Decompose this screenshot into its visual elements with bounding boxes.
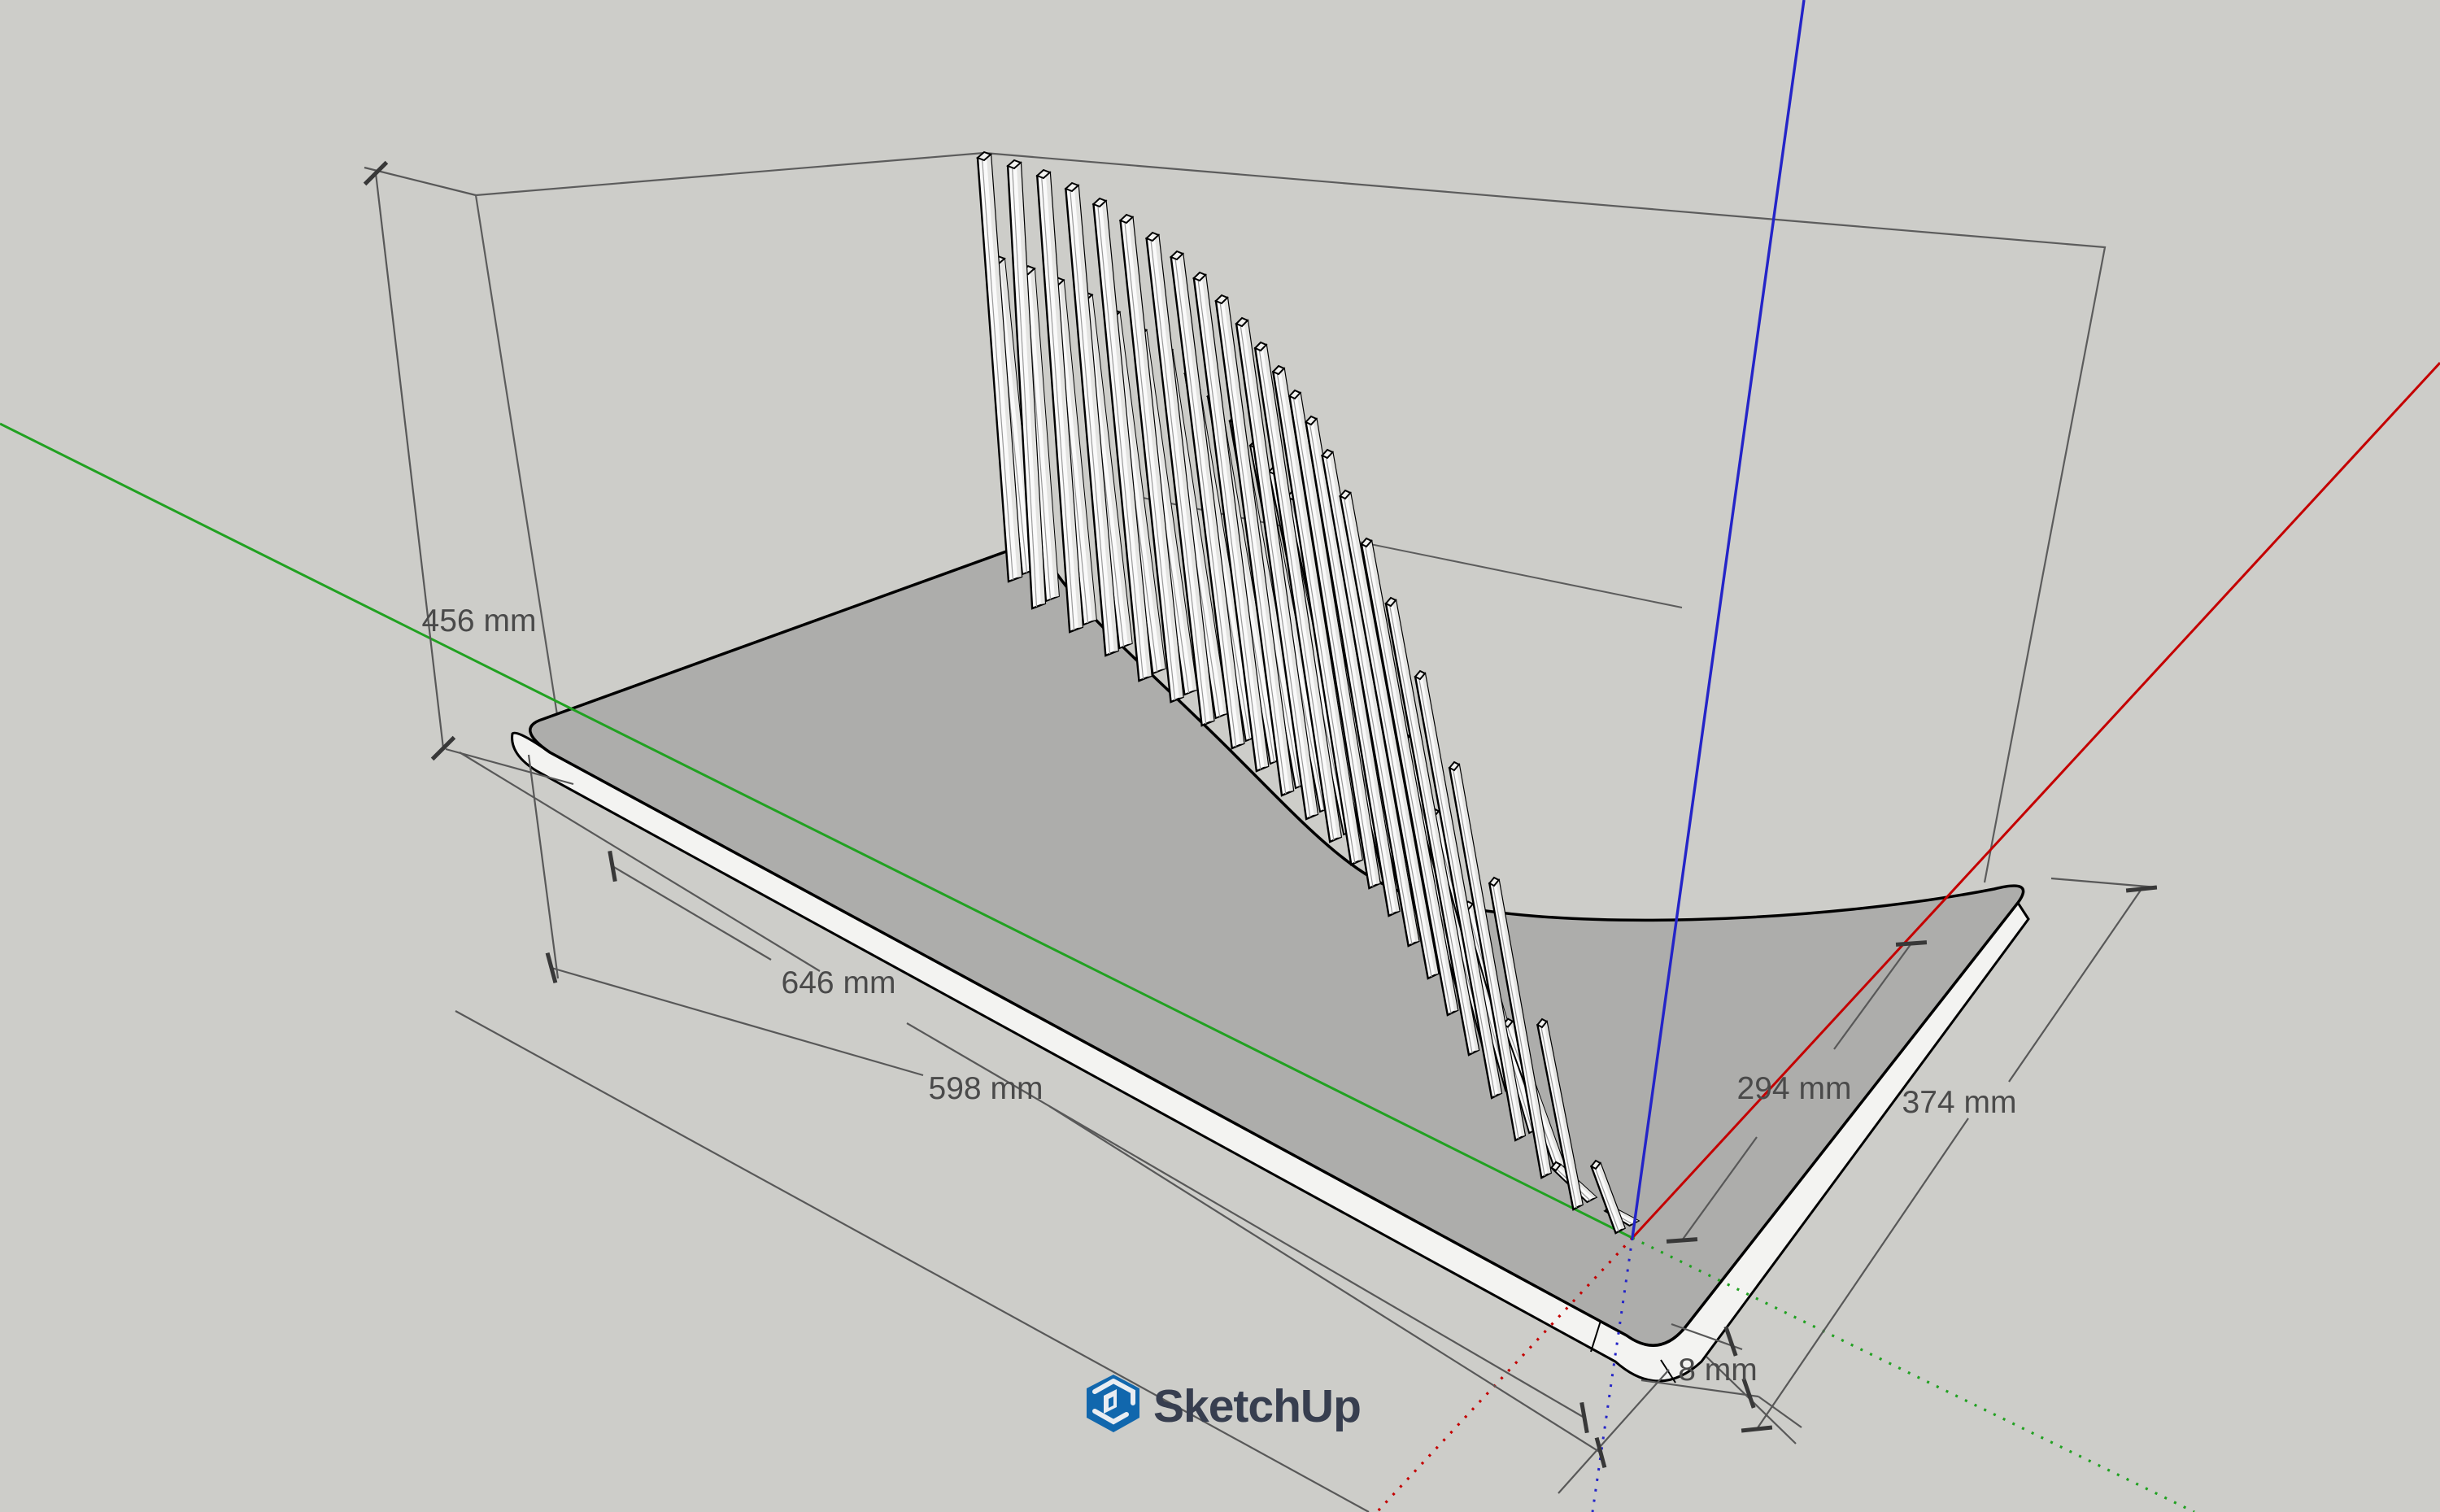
dimension-label-outer-length: 646 mm [782, 965, 896, 1000]
sketchup-logo-icon [1087, 1375, 1139, 1432]
3d-scene[interactable]: 456 mm 646 mm 598 mm 294 mm 374 mm 8 mm … [0, 0, 2440, 1512]
dimension-label-plate-width: 294 mm [1737, 1071, 1852, 1106]
dimension-label-plate-length: 598 mm [929, 1071, 1044, 1106]
sketchup-logo-wordmark: SketchUp [1153, 1380, 1361, 1432]
dimension-label-box-height: 456 mm [422, 603, 537, 638]
dimension-label-plate-thickness: 8 mm [1678, 1353, 1758, 1388]
sketchup-viewport[interactable]: 456 mm 646 mm 598 mm 294 mm 374 mm 8 mm … [0, 0, 2440, 1512]
red-axis-solid [1632, 363, 2440, 1238]
sketchup-watermark: SketchUp [1087, 1375, 1361, 1432]
dimension-label-outer-width: 374 mm [1902, 1085, 2017, 1120]
